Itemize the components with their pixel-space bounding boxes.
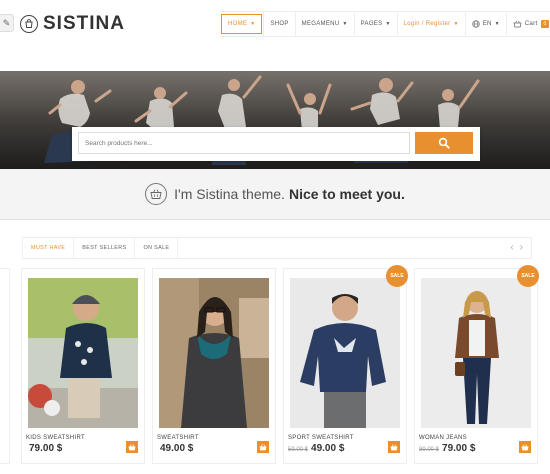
page: ✎ SISTINA HOME ▼ SHOP MEGAMENU ▼ PAGES ▼ Lo…: [0, 0, 550, 474]
product-price: 79.00 $: [26, 443, 62, 454]
search-button[interactable]: [415, 132, 473, 154]
current-price: 79.00 $: [29, 443, 63, 454]
nav-pages[interactable]: PAGES ▼: [353, 12, 397, 36]
search-icon: [438, 137, 450, 149]
tab-best-sellers[interactable]: BEST SELLERS: [74, 238, 136, 258]
old-price: 59.00 $: [288, 447, 309, 453]
nav-megamenu[interactable]: MEGAMENU ▼: [294, 12, 354, 36]
pencil-icon[interactable]: ✎: [0, 14, 14, 32]
search-input[interactable]: [78, 132, 410, 154]
product-carousel: KIDS SWEATSHIRT 79.00 $ SWEATSHIRT 49.00…: [0, 265, 550, 474]
add-to-cart-button[interactable]: [257, 441, 269, 453]
tagline-lead: I'm Sistina theme.: [174, 186, 285, 202]
main-nav: HOME ▼ SHOP MEGAMENU ▼ PAGES ▼ Login / Regi…: [220, 11, 550, 37]
cart-count-badge: 0: [541, 20, 549, 28]
product-price: 59.00 $49.00 $: [288, 443, 344, 454]
add-to-cart-button[interactable]: [519, 441, 531, 453]
sale-badge: SALE: [517, 265, 539, 287]
product-image-sweatshirt[interactable]: [159, 278, 269, 428]
current-price: 49.00 $: [311, 443, 345, 454]
product-image-sport-sweatshirt[interactable]: [290, 278, 400, 428]
tagline-strong: Nice to meet you.: [288, 186, 405, 202]
current-price: 49.00 $: [160, 443, 194, 454]
nav-language[interactable]: EN ▼: [464, 12, 506, 36]
nav-cart-label: Cart: [524, 21, 538, 27]
tab-must-have[interactable]: MUST HAVE: [23, 238, 75, 258]
basket-icon: [145, 183, 168, 205]
chevron-down-icon: ▼: [385, 21, 391, 27]
nav-shop[interactable]: SHOP: [263, 12, 294, 36]
product-image-kids-sweatshirt[interactable]: [28, 278, 138, 428]
add-to-cart-button[interactable]: [388, 441, 400, 453]
partial-product-card: [0, 268, 10, 464]
product-card[interactable]: KIDS SWEATSHIRT 79.00 $: [21, 268, 145, 464]
product-name[interactable]: SPORT SWEATSHIRT: [288, 435, 354, 441]
basket-icon: [128, 443, 136, 451]
product-card[interactable]: SALE SPORT SWEATSHIRT 59.00 $49.00 $: [283, 265, 408, 464]
sale-badge: SALE: [386, 265, 408, 287]
nav-login-register[interactable]: Login / Register ▼: [396, 12, 465, 36]
chevron-right-icon[interactable]: ›: [520, 242, 523, 254]
tab-on-sale[interactable]: ON SALE: [135, 238, 179, 258]
carousel-arrows: ‹ ›: [510, 242, 523, 254]
nav-login-label: Login / Register: [403, 21, 451, 27]
cart-icon: [513, 20, 522, 28]
basket-icon: [521, 443, 529, 451]
search-bar: [72, 127, 480, 161]
nav-pages-label: PAGES: [360, 21, 383, 27]
nav-cart[interactable]: Cart 0: [505, 12, 550, 36]
product-image-woman-jeans[interactable]: [421, 278, 531, 428]
product-card[interactable]: SALE WOMAN JEANS 89.00 $79.00 $: [414, 265, 539, 464]
basket-icon: [259, 443, 267, 451]
chevron-left-icon[interactable]: ‹: [510, 242, 513, 254]
nav-shop-label: SHOP: [270, 21, 289, 27]
product-name[interactable]: WOMAN JEANS: [419, 435, 467, 441]
chevron-down-icon: ▼: [494, 21, 500, 27]
product-price: 49.00 $: [157, 443, 193, 454]
globe-icon: [472, 20, 480, 28]
nav-home-label: HOME: [228, 21, 248, 27]
nav-megamenu-label: MEGAMENU: [301, 21, 340, 27]
current-price: 79.00 $: [442, 443, 476, 454]
product-tabs: MUST HAVE BEST SELLERS ON SALE ‹ ›: [22, 237, 532, 259]
tagline-band: I'm Sistina theme. Nice to meet you.: [0, 169, 550, 220]
product-name[interactable]: KIDS SWEATSHIRT: [26, 435, 85, 441]
old-price: 89.00 $: [419, 447, 440, 453]
logo[interactable]: SISTINA: [20, 13, 125, 35]
product-card[interactable]: SWEATSHIRT 49.00 $: [152, 268, 276, 464]
chevron-down-icon: ▼: [250, 21, 256, 27]
nav-home[interactable]: HOME ▼: [221, 14, 263, 34]
chevron-down-icon: ▼: [453, 21, 459, 27]
basket-icon: [390, 443, 398, 451]
logo-text: SISTINA: [43, 13, 125, 34]
product-price: 89.00 $79.00 $: [419, 443, 475, 454]
nav-language-label: EN: [482, 21, 492, 27]
product-name[interactable]: SWEATSHIRT: [157, 435, 199, 441]
hero-banner: [0, 71, 550, 169]
bag-icon: [20, 15, 38, 33]
chevron-down-icon: ▼: [342, 21, 348, 27]
add-to-cart-button[interactable]: [126, 441, 138, 453]
